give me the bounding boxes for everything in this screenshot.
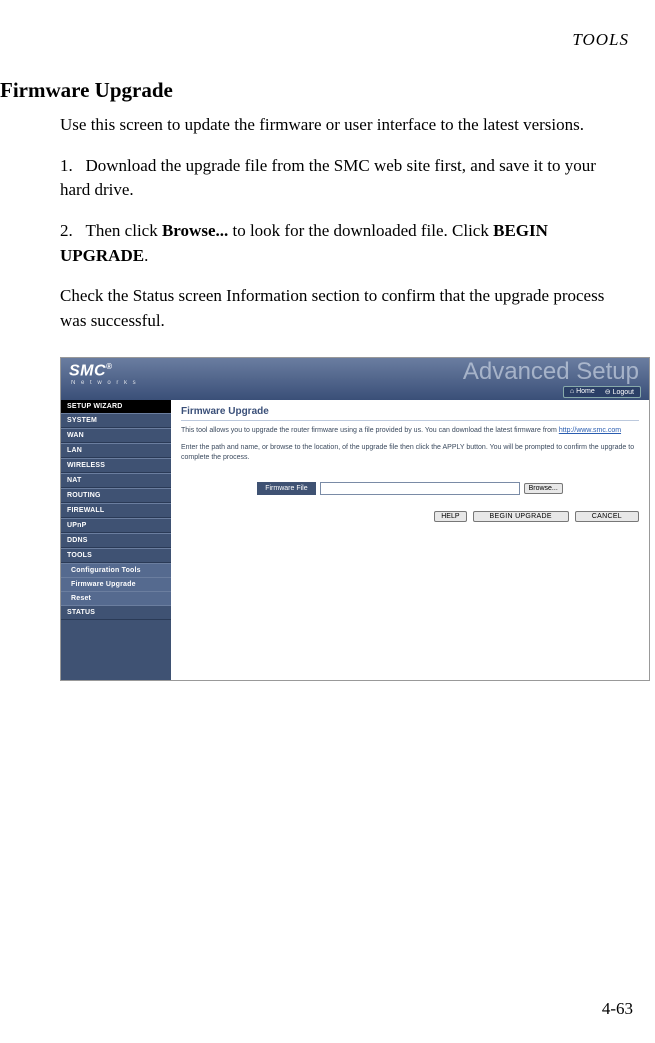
sidebar-firewall[interactable]: FIREWALL — [61, 503, 171, 518]
sidebar-routing[interactable]: ROUTING — [61, 488, 171, 503]
content-title: Firmware Upgrade — [181, 406, 639, 421]
smc-link[interactable]: http://www.smc.com — [559, 427, 621, 434]
sidebar: SETUP WIZARD SYSTEM WAN LAN WIRELESS NAT… — [61, 400, 171, 680]
help-button[interactable]: HELP — [434, 511, 466, 522]
page-number: 4-63 — [602, 999, 633, 1019]
step-2-text-a: Then click — [86, 221, 162, 240]
brand-logo: SMC® — [69, 362, 112, 380]
sidebar-lan[interactable]: LAN — [61, 443, 171, 458]
content-para-1: This tool allows you to upgrade the rout… — [181, 426, 639, 437]
step-2-browse: Browse... — [162, 221, 228, 240]
step-2-text-c: to look for the downloaded file. Click — [228, 221, 493, 240]
step-1-number: 1. — [60, 156, 73, 175]
content-area: Firmware Upgrade This tool allows you to… — [171, 400, 649, 680]
sidebar-upnp[interactable]: UPnP — [61, 518, 171, 533]
screenshot-body: SETUP WIZARD SYSTEM WAN LAN WIRELESS NAT… — [61, 400, 649, 680]
top-links: Home Logout — [563, 386, 641, 398]
sidebar-status[interactable]: STATUS — [61, 605, 171, 620]
content-p1a: This tool allows you to upgrade the rout… — [181, 427, 559, 434]
firmware-file-label: Firmware File — [257, 482, 315, 495]
sidebar-nat[interactable]: NAT — [61, 473, 171, 488]
action-buttons: HELP BEGIN UPGRADE CANCEL — [181, 511, 639, 522]
brand-text: SMC — [69, 363, 106, 380]
post-text: Check the Status screen Information sect… — [60, 284, 623, 333]
step-2: 2. Then click Browse... to look for the … — [60, 219, 623, 268]
brand-subtext: N e t w o r k s — [71, 380, 138, 386]
section-heading: Firmware Upgrade — [0, 78, 635, 103]
sidebar-tools[interactable]: TOOLS — [61, 548, 171, 563]
sidebar-config-tools[interactable]: Configuration Tools — [61, 563, 171, 577]
router-screenshot: SMC® N e t w o r k s Advanced Setup Home… — [60, 357, 650, 681]
page-header-label: TOOLS — [0, 30, 635, 50]
sidebar-reset[interactable]: Reset — [61, 591, 171, 605]
home-link[interactable]: Home — [570, 388, 595, 396]
firmware-file-row: Firmware File Browse... — [181, 482, 639, 495]
sidebar-setup-wizard[interactable]: SETUP WIZARD — [61, 400, 171, 413]
sidebar-ddns[interactable]: DDNS — [61, 533, 171, 548]
begin-upgrade-button[interactable]: BEGIN UPGRADE — [473, 511, 569, 522]
cancel-button[interactable]: CANCEL — [575, 511, 639, 522]
step-1-text: Download the upgrade file from the SMC w… — [60, 156, 596, 200]
brand-reg: ® — [106, 362, 112, 371]
step-1: 1. Download the upgrade file from the SM… — [60, 154, 623, 203]
firmware-file-input[interactable] — [320, 482, 520, 495]
sidebar-firmware-upgrade[interactable]: Firmware Upgrade — [61, 577, 171, 591]
banner: SMC® N e t w o r k s Advanced Setup Home… — [61, 358, 649, 400]
content-para-2: Enter the path and name, or browse to th… — [181, 443, 639, 464]
sidebar-system[interactable]: SYSTEM — [61, 413, 171, 428]
intro-text: Use this screen to update the firmware o… — [60, 113, 623, 138]
step-2-number: 2. — [60, 221, 73, 240]
sidebar-wireless[interactable]: WIRELESS — [61, 458, 171, 473]
advanced-setup-label: Advanced Setup — [463, 358, 639, 386]
sidebar-wan[interactable]: WAN — [61, 428, 171, 443]
browse-button[interactable]: Browse... — [524, 483, 563, 494]
logout-link[interactable]: Logout — [605, 388, 634, 396]
step-2-text-e: . — [144, 246, 148, 265]
